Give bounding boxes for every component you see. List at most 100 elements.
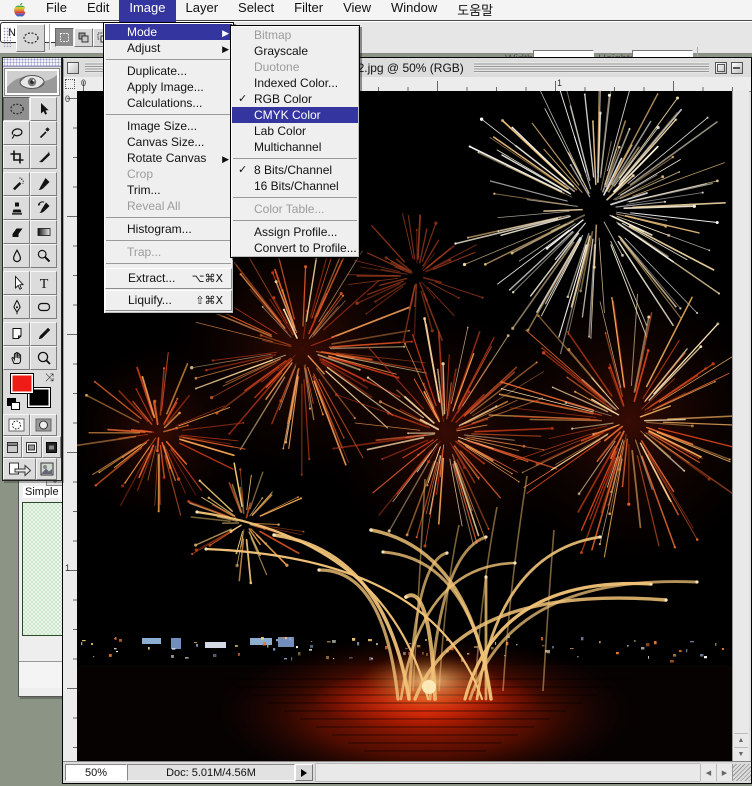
zoom-percent-field[interactable]: 50% (65, 764, 127, 781)
menubar-item-edit[interactable]: Edit (77, 0, 119, 22)
new-selection-button[interactable] (55, 28, 74, 47)
menu-item-apply-image[interactable]: Apply Image... (105, 79, 232, 95)
menubar-item-[interactable]: 도움말 (447, 0, 503, 22)
fullscreen-button[interactable] (42, 436, 61, 458)
scroll-right-icon[interactable]: ▶ (716, 764, 732, 781)
menubar-item-select[interactable]: Select (228, 0, 284, 22)
menu-item-label: Reveal All (127, 199, 180, 213)
collapse-box-icon[interactable] (731, 62, 743, 74)
lasso-tool[interactable] (3, 121, 30, 145)
elliptical-marquee-tool[interactable] (3, 97, 30, 121)
magic-wand-tool[interactable] (30, 121, 57, 145)
jump-to-imageready-button[interactable] (3, 458, 36, 480)
menu-item-extract[interactable]: Extract...⌥⌘X (105, 268, 232, 289)
color-swatches: ⤨ (3, 370, 61, 414)
menu-item-cmyk-color[interactable]: CMYK Color (232, 107, 358, 123)
status-menu-arrow-icon[interactable] (295, 764, 313, 781)
menu-item-convert-to-profile[interactable]: Convert to Profile... (232, 240, 358, 256)
current-tool-icon (16, 24, 45, 52)
quick-mask-mode-button[interactable] (30, 414, 57, 436)
window-resize-grip[interactable] (732, 764, 751, 781)
add-to-selection-button[interactable] (74, 28, 93, 47)
menu-item-adjust[interactable]: Adjust▶ (105, 40, 232, 56)
photoshop-eye-logo[interactable] (4, 68, 60, 96)
standard-mode-button[interactable] (3, 414, 30, 436)
menubar-item-view[interactable]: View (333, 0, 381, 22)
menubar-item-window[interactable]: Window (381, 0, 447, 22)
clone-stamp-tool[interactable] (3, 196, 30, 220)
horizontal-scrollbar[interactable] (315, 763, 700, 782)
menu-item-histogram[interactable]: Histogram... (105, 221, 232, 237)
scroll-left-icon[interactable]: ◀ (700, 764, 716, 781)
crop-tool[interactable] (3, 145, 30, 169)
apple-logo-icon[interactable] (12, 2, 26, 18)
hand-tool[interactable] (3, 346, 30, 370)
shape-tool[interactable] (30, 295, 57, 319)
eraser-tool[interactable] (3, 220, 30, 244)
type-tool[interactable]: T (30, 271, 57, 295)
fullscreen-with-menubar-button[interactable] (22, 436, 41, 458)
history-brush-tool[interactable] (30, 196, 57, 220)
menu-item-label: Duplicate... (127, 64, 187, 78)
ruler-origin-box[interactable] (63, 77, 78, 92)
menu-item-liquify[interactable]: Liquify...⇧⌘X (105, 290, 232, 311)
menu-item-duotone: Duotone (232, 59, 358, 75)
dodge-tool[interactable] (30, 244, 57, 268)
toolbox-drag-grip[interactable] (3, 58, 61, 67)
menu-item-reveal-all: Reveal All (105, 198, 232, 214)
menu-item-multichannel[interactable]: Multichannel (232, 139, 358, 155)
foreground-color-swatch[interactable] (10, 373, 34, 394)
menubar-item-layer[interactable]: Layer (176, 0, 229, 22)
menu-item-trim[interactable]: Trim... (105, 182, 232, 198)
document-size-field[interactable]: Doc: 5.01M/4.56M (127, 764, 295, 781)
airbrush-tool[interactable] (3, 172, 30, 196)
options-bar-grip[interactable] (3, 27, 11, 47)
close-box-icon[interactable] (67, 62, 79, 74)
scroll-up-icon[interactable]: ▲ (734, 733, 748, 747)
submenu-arrow-icon: ▶ (222, 25, 229, 41)
status-bar: 50% Doc: 5.01M/4.56M ◀ ▶ (63, 761, 751, 783)
vertical-scrollbar[interactable]: ▲ ▼ (732, 91, 749, 761)
paintbrush-tool[interactable] (30, 172, 57, 196)
background-window[interactable]: Simple (18, 470, 66, 697)
menu-item-rotate-canvas[interactable]: Rotate Canvas▶ (105, 150, 232, 166)
check-icon: ✓ (238, 162, 247, 178)
menu-item-lab-color[interactable]: Lab Color (232, 123, 358, 139)
menu-item-shortcut: ⇧⌘X (195, 291, 223, 310)
options-divider (49, 24, 51, 50)
pen-tool[interactable] (3, 295, 30, 319)
toolbox-palette: T ⤨ (2, 57, 62, 481)
slice-tool[interactable] (30, 145, 57, 169)
menu-item-duplicate[interactable]: Duplicate... (105, 63, 232, 79)
standard-screen-mode-button[interactable] (3, 436, 22, 458)
menu-item-assign-profile[interactable]: Assign Profile... (232, 224, 358, 240)
menu-item-calculations[interactable]: Calculations... (105, 95, 232, 111)
path-select-tool[interactable] (3, 271, 30, 295)
menu-item-label: 8 Bits/Channel (254, 163, 332, 177)
zoom-box-icon[interactable] (715, 62, 727, 74)
menu-item-16-bits-channel[interactable]: 16 Bits/Channel (232, 178, 358, 194)
svg-text:T: T (39, 277, 48, 291)
menu-item-rgb-color[interactable]: ✓RGB Color (232, 91, 358, 107)
scroll-down-icon[interactable]: ▼ (734, 747, 748, 761)
menubar-item-filter[interactable]: Filter (284, 0, 333, 22)
menu-item-mode[interactable]: Mode▶ (105, 24, 232, 40)
notes-tool[interactable] (3, 322, 30, 346)
blur-tool[interactable] (3, 244, 30, 268)
eyedropper-tool[interactable] (30, 322, 57, 346)
menu-separator (105, 111, 232, 118)
menu-item-canvas-size[interactable]: Canvas Size... (105, 134, 232, 150)
gradient-tool[interactable] (30, 220, 57, 244)
menu-item-image-size[interactable]: Image Size... (105, 118, 232, 134)
default-colors-icon[interactable] (7, 398, 20, 410)
swap-colors-icon[interactable]: ⤨ (45, 372, 54, 385)
menu-item-8-bits-channel[interactable]: ✓ 8 Bits/Channel (232, 162, 358, 178)
zoom-tool[interactable] (30, 346, 57, 370)
menu-item-indexed-color[interactable]: Indexed Color... (232, 75, 358, 91)
menu-item-grayscale[interactable]: Grayscale (232, 43, 358, 59)
move-tool[interactable] (30, 97, 57, 121)
menu-separator (232, 217, 358, 224)
menubar-item-image[interactable]: Image (119, 0, 175, 22)
menu-item-label: Indexed Color... (254, 76, 338, 90)
menubar-item-file[interactable]: File (36, 0, 77, 22)
